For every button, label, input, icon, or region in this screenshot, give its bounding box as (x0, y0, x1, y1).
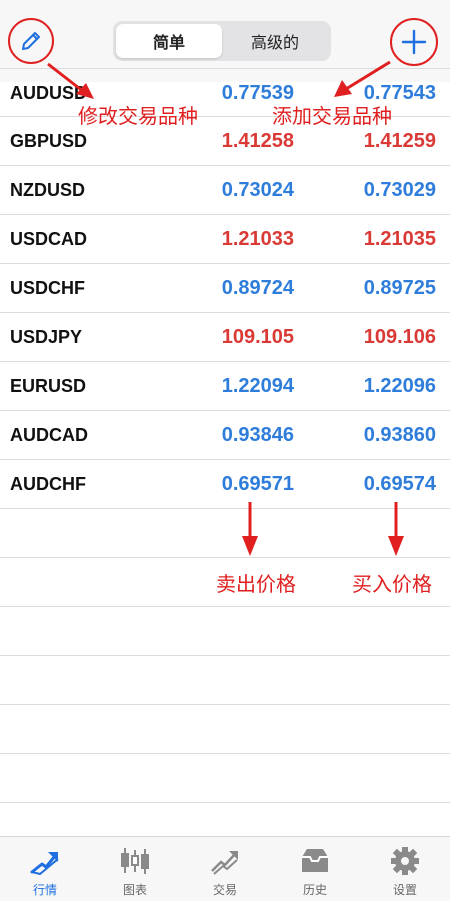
bid-price: 0.69571 (221, 473, 294, 495)
tab-settings[interactable]: 设置 (360, 837, 450, 901)
empty-row (0, 509, 450, 558)
annotation-buy: 买入价格 (352, 574, 432, 596)
quote-row[interactable]: EURUSD 1.22094 1.22096 (0, 362, 450, 411)
edit-symbols-button[interactable] (8, 18, 54, 64)
empty-row (0, 754, 450, 803)
tab-label: 设置 (392, 883, 417, 897)
view-mode-segmented-control: 简单 高级的 (113, 21, 331, 61)
empty-row (0, 607, 450, 656)
segment-advanced[interactable]: 高级的 (222, 24, 328, 58)
quote-row[interactable]: USDJPY 109.105 109.106 (0, 313, 450, 362)
bid-price: 1.22094 (221, 375, 294, 397)
bid-price: 0.89724 (221, 277, 294, 299)
symbol-name: USDJPY (10, 327, 83, 347)
tab-quotes[interactable]: 行情 (0, 837, 90, 901)
ask-price: 0.93860 (363, 424, 436, 446)
annotation-edit: 修改交易品种 (78, 106, 198, 128)
empty-row (0, 705, 450, 754)
symbol-name: USDCAD (10, 229, 88, 249)
annotation-add: 添加交易品种 (272, 106, 392, 128)
bid-price: 0.73024 (221, 179, 294, 201)
empty-row (0, 656, 450, 705)
ask-price: 109.106 (363, 326, 436, 348)
symbol-name: AUDCAD (10, 425, 88, 445)
chart-icon (121, 848, 149, 874)
tab-history[interactable]: 历史 (270, 837, 360, 901)
ask-price: 0.69574 (363, 473, 436, 495)
symbol-name: USDCHF (10, 278, 85, 298)
ask-price: 0.89725 (363, 277, 436, 299)
ask-price: 1.22096 (363, 375, 436, 397)
ask-price: 1.21035 (363, 228, 436, 250)
gear-icon (391, 847, 419, 875)
symbol-name: EURUSD (10, 376, 87, 396)
tab-label: 行情 (32, 883, 57, 897)
tab-trade[interactable]: 交易 (180, 837, 270, 901)
history-icon (302, 849, 328, 872)
quote-row[interactable]: AUDCHF 0.69571 0.69574 (0, 460, 450, 509)
tab-label: 交易 (212, 883, 237, 897)
ask-price: 0.73029 (363, 179, 436, 201)
tab-label: 图表 (122, 883, 147, 897)
symbol-name: AUDUSD (10, 83, 88, 103)
trade-icon (211, 851, 238, 875)
bottom-tab-bar: 行情 图表 交易 历史 设置 (0, 836, 450, 901)
quotes-icon (30, 852, 59, 876)
quotes-list: AUDUSD 0.77539 0.77543 GBPUSD 1.41258 1.… (0, 68, 450, 803)
tab-label: 历史 (302, 883, 327, 897)
quote-row[interactable]: NZDUSD 0.73024 0.73029 (0, 166, 450, 215)
symbol-name: NZDUSD (10, 180, 85, 200)
bid-price: 1.21033 (221, 228, 294, 250)
symbol-name: AUDCHF (10, 474, 86, 494)
quote-row[interactable]: USDCHF 0.89724 0.89725 (0, 264, 450, 313)
segment-simple[interactable]: 简单 (116, 24, 222, 58)
quote-row[interactable]: AUDCAD 0.93846 0.93860 (0, 411, 450, 460)
plus-icon (401, 29, 427, 55)
tab-chart[interactable]: 图表 (90, 837, 180, 901)
bid-price: 109.105 (221, 326, 294, 348)
pencil-icon (22, 32, 40, 50)
symbol-name: GBPUSD (10, 131, 88, 151)
annotation-sell: 卖出价格 (216, 574, 296, 596)
bid-price: 0.93846 (221, 424, 294, 446)
quote-row[interactable]: USDCAD 1.21033 1.21035 (0, 215, 450, 264)
add-symbol-button[interactable] (390, 18, 438, 66)
